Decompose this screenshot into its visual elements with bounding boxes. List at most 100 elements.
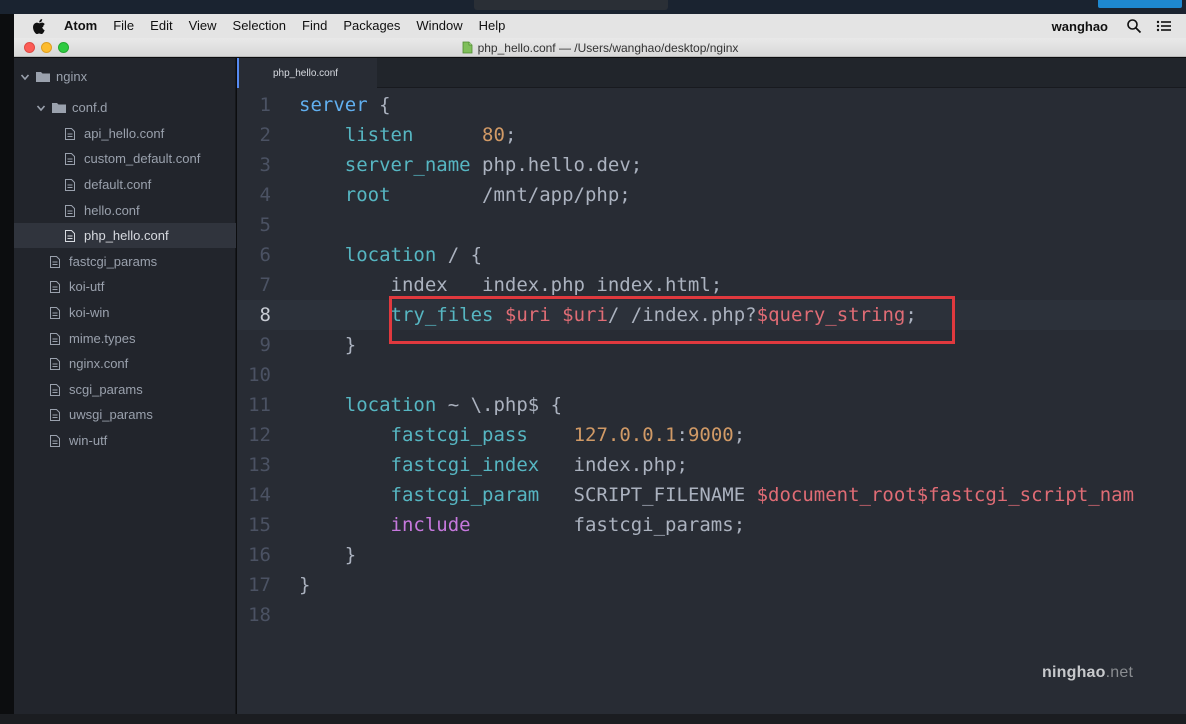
tree-file-label: win-utf: [69, 433, 108, 448]
code-token: {: [367, 94, 391, 116]
line-number: 1: [259, 94, 271, 116]
code-line[interactable]: 2 listen 80;: [237, 120, 1186, 150]
document-icon: [462, 41, 472, 54]
top-dark-box: [474, 0, 668, 10]
tab-bar: php_hello.conf: [237, 58, 1186, 88]
chevron-down-icon: [20, 73, 30, 80]
menu-help[interactable]: Help: [479, 14, 506, 38]
code-line[interactable]: 10: [237, 360, 1186, 390]
tree-file-fastcgi-params[interactable]: fastcgi_params: [14, 249, 236, 274]
code-line[interactable]: 5: [237, 210, 1186, 240]
code-line[interactable]: 11 location ~ \.php$ {: [237, 390, 1186, 420]
tree-file-koi-win[interactable]: koi-win: [14, 300, 236, 325]
top-blue-button[interactable]: [1098, 0, 1182, 8]
tree-file-api-hello[interactable]: api_hello.conf: [14, 121, 236, 146]
tree-file-label: hello.conf: [84, 203, 140, 218]
code-line[interactable]: 17}: [237, 570, 1186, 600]
code-line[interactable]: 1 server {: [237, 90, 1186, 120]
line-number: 2: [259, 124, 271, 146]
tree-file-label: fastcgi_params: [69, 254, 158, 269]
menu-edit[interactable]: Edit: [150, 14, 172, 38]
tree-file-php-hello-selected[interactable]: php_hello.conf: [14, 223, 236, 248]
code-line[interactable]: 18: [237, 600, 1186, 630]
tree-file-label: mime.types: [69, 331, 136, 346]
line-number: 10: [248, 364, 271, 386]
menu-app-atom[interactable]: Atom: [64, 14, 97, 38]
editor-pane[interactable]: php_hello.conf 1 server {2 listen 80; 3 se…: [237, 58, 1186, 724]
file-icon: [50, 408, 60, 421]
line-text: }: [299, 330, 356, 360]
watermark: ninghao.net: [1042, 664, 1133, 682]
menubar-user[interactable]: wanghao: [1052, 19, 1108, 34]
line-text: root /mnt/app/php;: [299, 180, 631, 210]
code-token: index.php;: [539, 454, 688, 476]
annotation-highlight-box: [389, 296, 955, 344]
code-token: location: [344, 394, 437, 416]
code-token: 127.0.0.1: [573, 424, 677, 446]
code-token: :: [676, 424, 688, 446]
tree-file-uwsgi-params[interactable]: uwsgi_params: [14, 402, 236, 427]
tree-file-default[interactable]: default.conf: [14, 172, 236, 197]
window-title-text: php_hello.conf — /Users/wanghao/desktop/…: [477, 40, 739, 55]
code-token: $document_root$fastcgi_script_nam: [756, 484, 1135, 506]
tab-php-hello-conf[interactable]: php_hello.conf: [237, 58, 377, 88]
tree-folder-conf-d[interactable]: conf.d: [14, 95, 236, 120]
tree-file-mime-types[interactable]: mime.types: [14, 326, 236, 351]
tree-file-scgi-params[interactable]: scgi_params: [14, 377, 236, 402]
tree-file-koi-utf[interactable]: koi-utf: [14, 274, 236, 299]
line-number: 12: [248, 424, 271, 446]
line-number: 5: [259, 214, 271, 236]
code-line[interactable]: 15 include fastcgi_params;: [237, 510, 1186, 540]
code-token: index index.php index.html;: [299, 274, 723, 296]
menu-file[interactable]: File: [113, 14, 134, 38]
menu-packages[interactable]: Packages: [343, 14, 400, 38]
watermark-suffix: .net: [1105, 664, 1134, 681]
menu-window[interactable]: Window: [416, 14, 462, 38]
code-token: fastcgi_pass: [390, 424, 528, 446]
menu-view[interactable]: View: [189, 14, 217, 38]
line-text: location ~ \.php$ {: [299, 390, 562, 420]
window-title-bar: php_hello.conf — /Users/wanghao/desktop/…: [14, 38, 1186, 57]
tree-file-label: api_hello.conf: [84, 126, 165, 141]
code-line[interactable]: 14 fastcgi_param SCRIPT_FILENAME $docume…: [237, 480, 1186, 510]
line-text: include fastcgi_params;: [299, 510, 746, 540]
tree-file-custom-default[interactable]: custom_default.conf: [14, 146, 236, 171]
search-icon[interactable]: [1126, 18, 1142, 34]
code-line[interactable]: 3 server_name php.hello.dev;: [237, 150, 1186, 180]
tab-title: php_hello.conf: [273, 67, 339, 79]
menu-selection[interactable]: Selection: [233, 14, 286, 38]
code-token: listen: [344, 124, 414, 146]
tree-folder-nginx[interactable]: nginx: [14, 64, 236, 89]
tree-file-label: php_hello.conf: [84, 228, 169, 243]
list-icon[interactable]: [1156, 18, 1172, 34]
tree-file-label: default.conf: [84, 177, 152, 192]
file-icon: [50, 306, 60, 319]
apple-icon[interactable]: [32, 18, 46, 34]
menu-find[interactable]: Find: [302, 14, 327, 38]
tree-file-nginx-conf[interactable]: nginx.conf: [14, 351, 236, 376]
line-text: fastcgi_param SCRIPT_FILENAME $document_…: [299, 480, 1135, 510]
code-line[interactable]: 12 fastcgi_pass 127.0.0.1:9000;: [237, 420, 1186, 450]
tree-folder-label: conf.d: [72, 100, 108, 115]
chevron-down-icon: [36, 104, 46, 111]
bottom-strip: [0, 714, 1186, 724]
code-line[interactable]: 16 }: [237, 540, 1186, 570]
code-line[interactable]: 6 location / {: [237, 240, 1186, 270]
code-token: ;: [733, 424, 746, 446]
code-token: SCRIPT_FILENAME: [539, 484, 757, 506]
line-number: 3: [259, 154, 271, 176]
video-top-strip: [0, 0, 1186, 14]
tree-file-win-utf[interactable]: win-utf: [14, 428, 236, 453]
code-line[interactable]: 4 root /mnt/app/php;: [237, 180, 1186, 210]
tree-file-hello[interactable]: hello.conf: [14, 198, 236, 223]
line-text: server {: [299, 90, 391, 120]
code-line[interactable]: 13 fastcgi_index index.php;: [237, 450, 1186, 480]
